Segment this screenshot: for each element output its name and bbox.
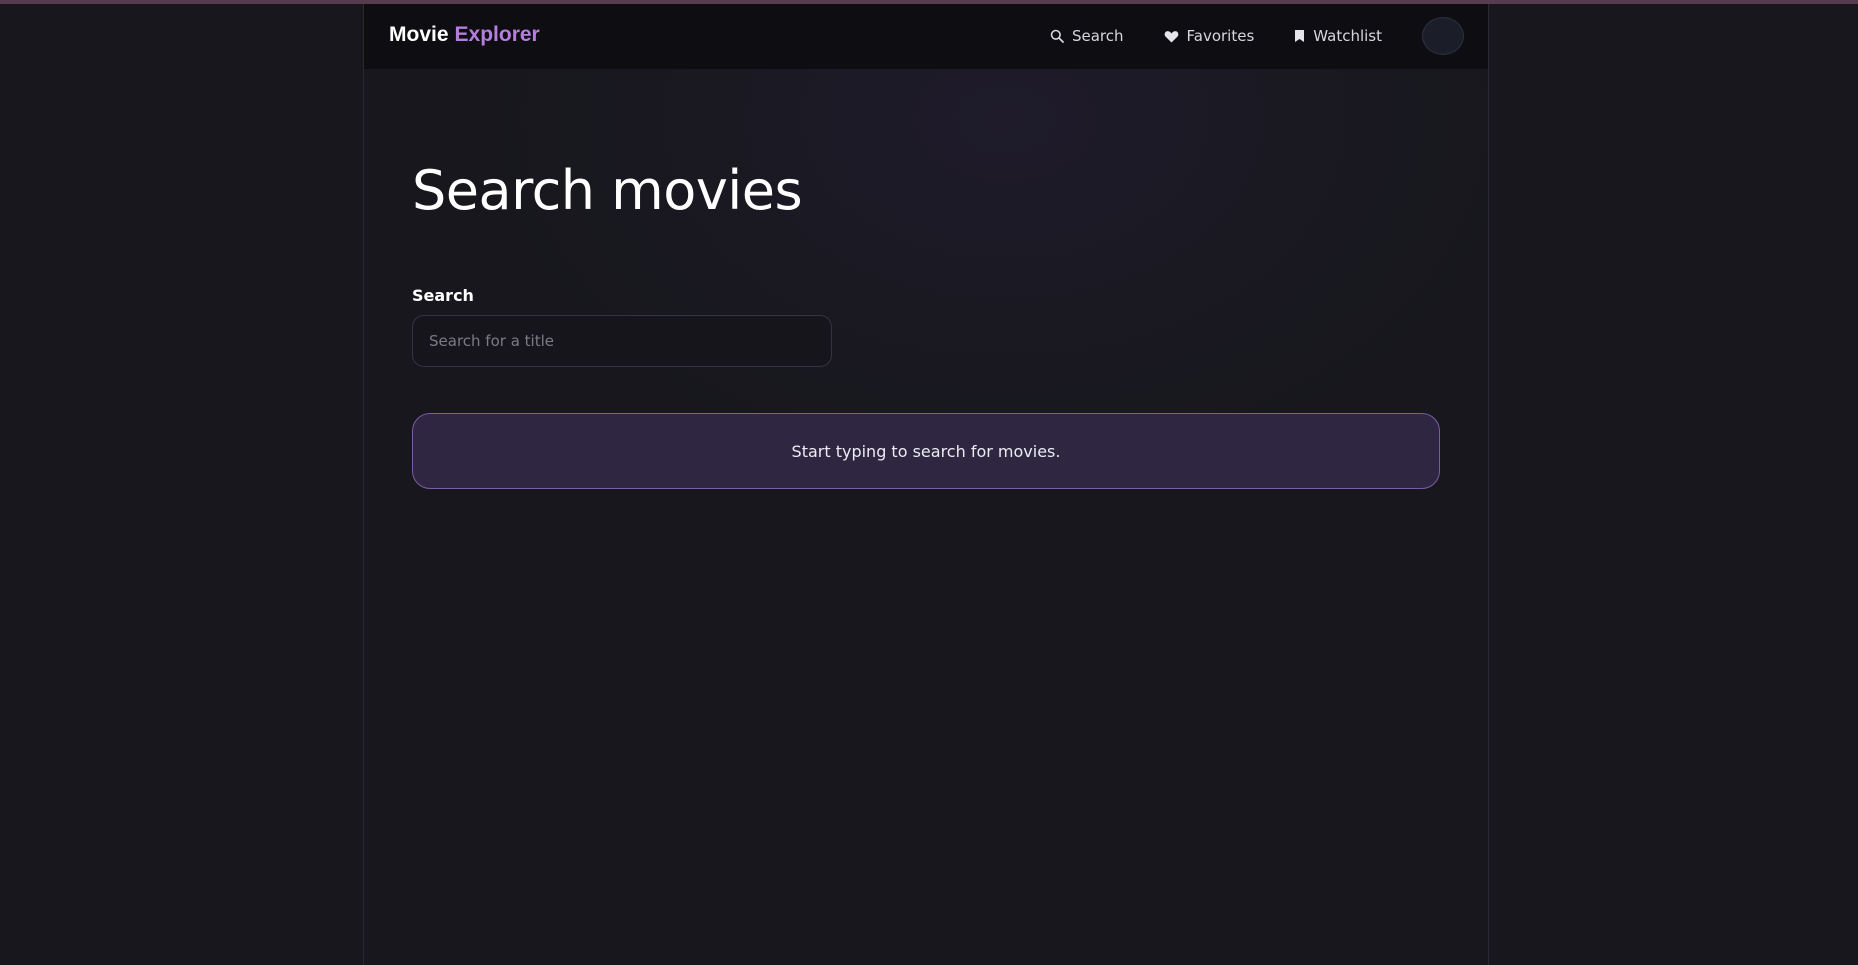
nav-link-search[interactable]: Search [1050,27,1124,45]
user-avatar[interactable] [1422,17,1464,55]
page-title: Search movies [412,159,803,222]
nav-link-label: Search [1071,27,1124,45]
empty-state-message: Start typing to search for movies. [412,413,1440,489]
nav-link-label: Favorites [1186,27,1255,45]
app-container: Movie Explorer Search Favorites Watchlis… [363,4,1489,965]
search-label: Search [412,286,474,305]
brand-accent: Explorer [454,23,540,46]
brand-logo[interactable]: Movie Explorer [389,23,540,47]
search-input[interactable] [412,315,832,367]
bookmark-icon [1294,29,1305,43]
empty-state-text: Start typing to search for movies. [791,441,1061,461]
navbar: Movie Explorer Search Favorites Watchlis… [364,4,1488,69]
brand-name: Movie [389,23,449,46]
nav-link-favorites[interactable]: Favorites [1164,27,1255,45]
main-content: Search movies Search Start typing to sea… [412,159,1440,489]
nav-link-watchlist[interactable]: Watchlist [1294,27,1382,45]
heart-icon [1164,30,1179,43]
search-icon [1050,29,1064,43]
nav-link-label: Watchlist [1313,27,1382,45]
nav-links: Search Favorites Watchlist [1050,17,1464,55]
